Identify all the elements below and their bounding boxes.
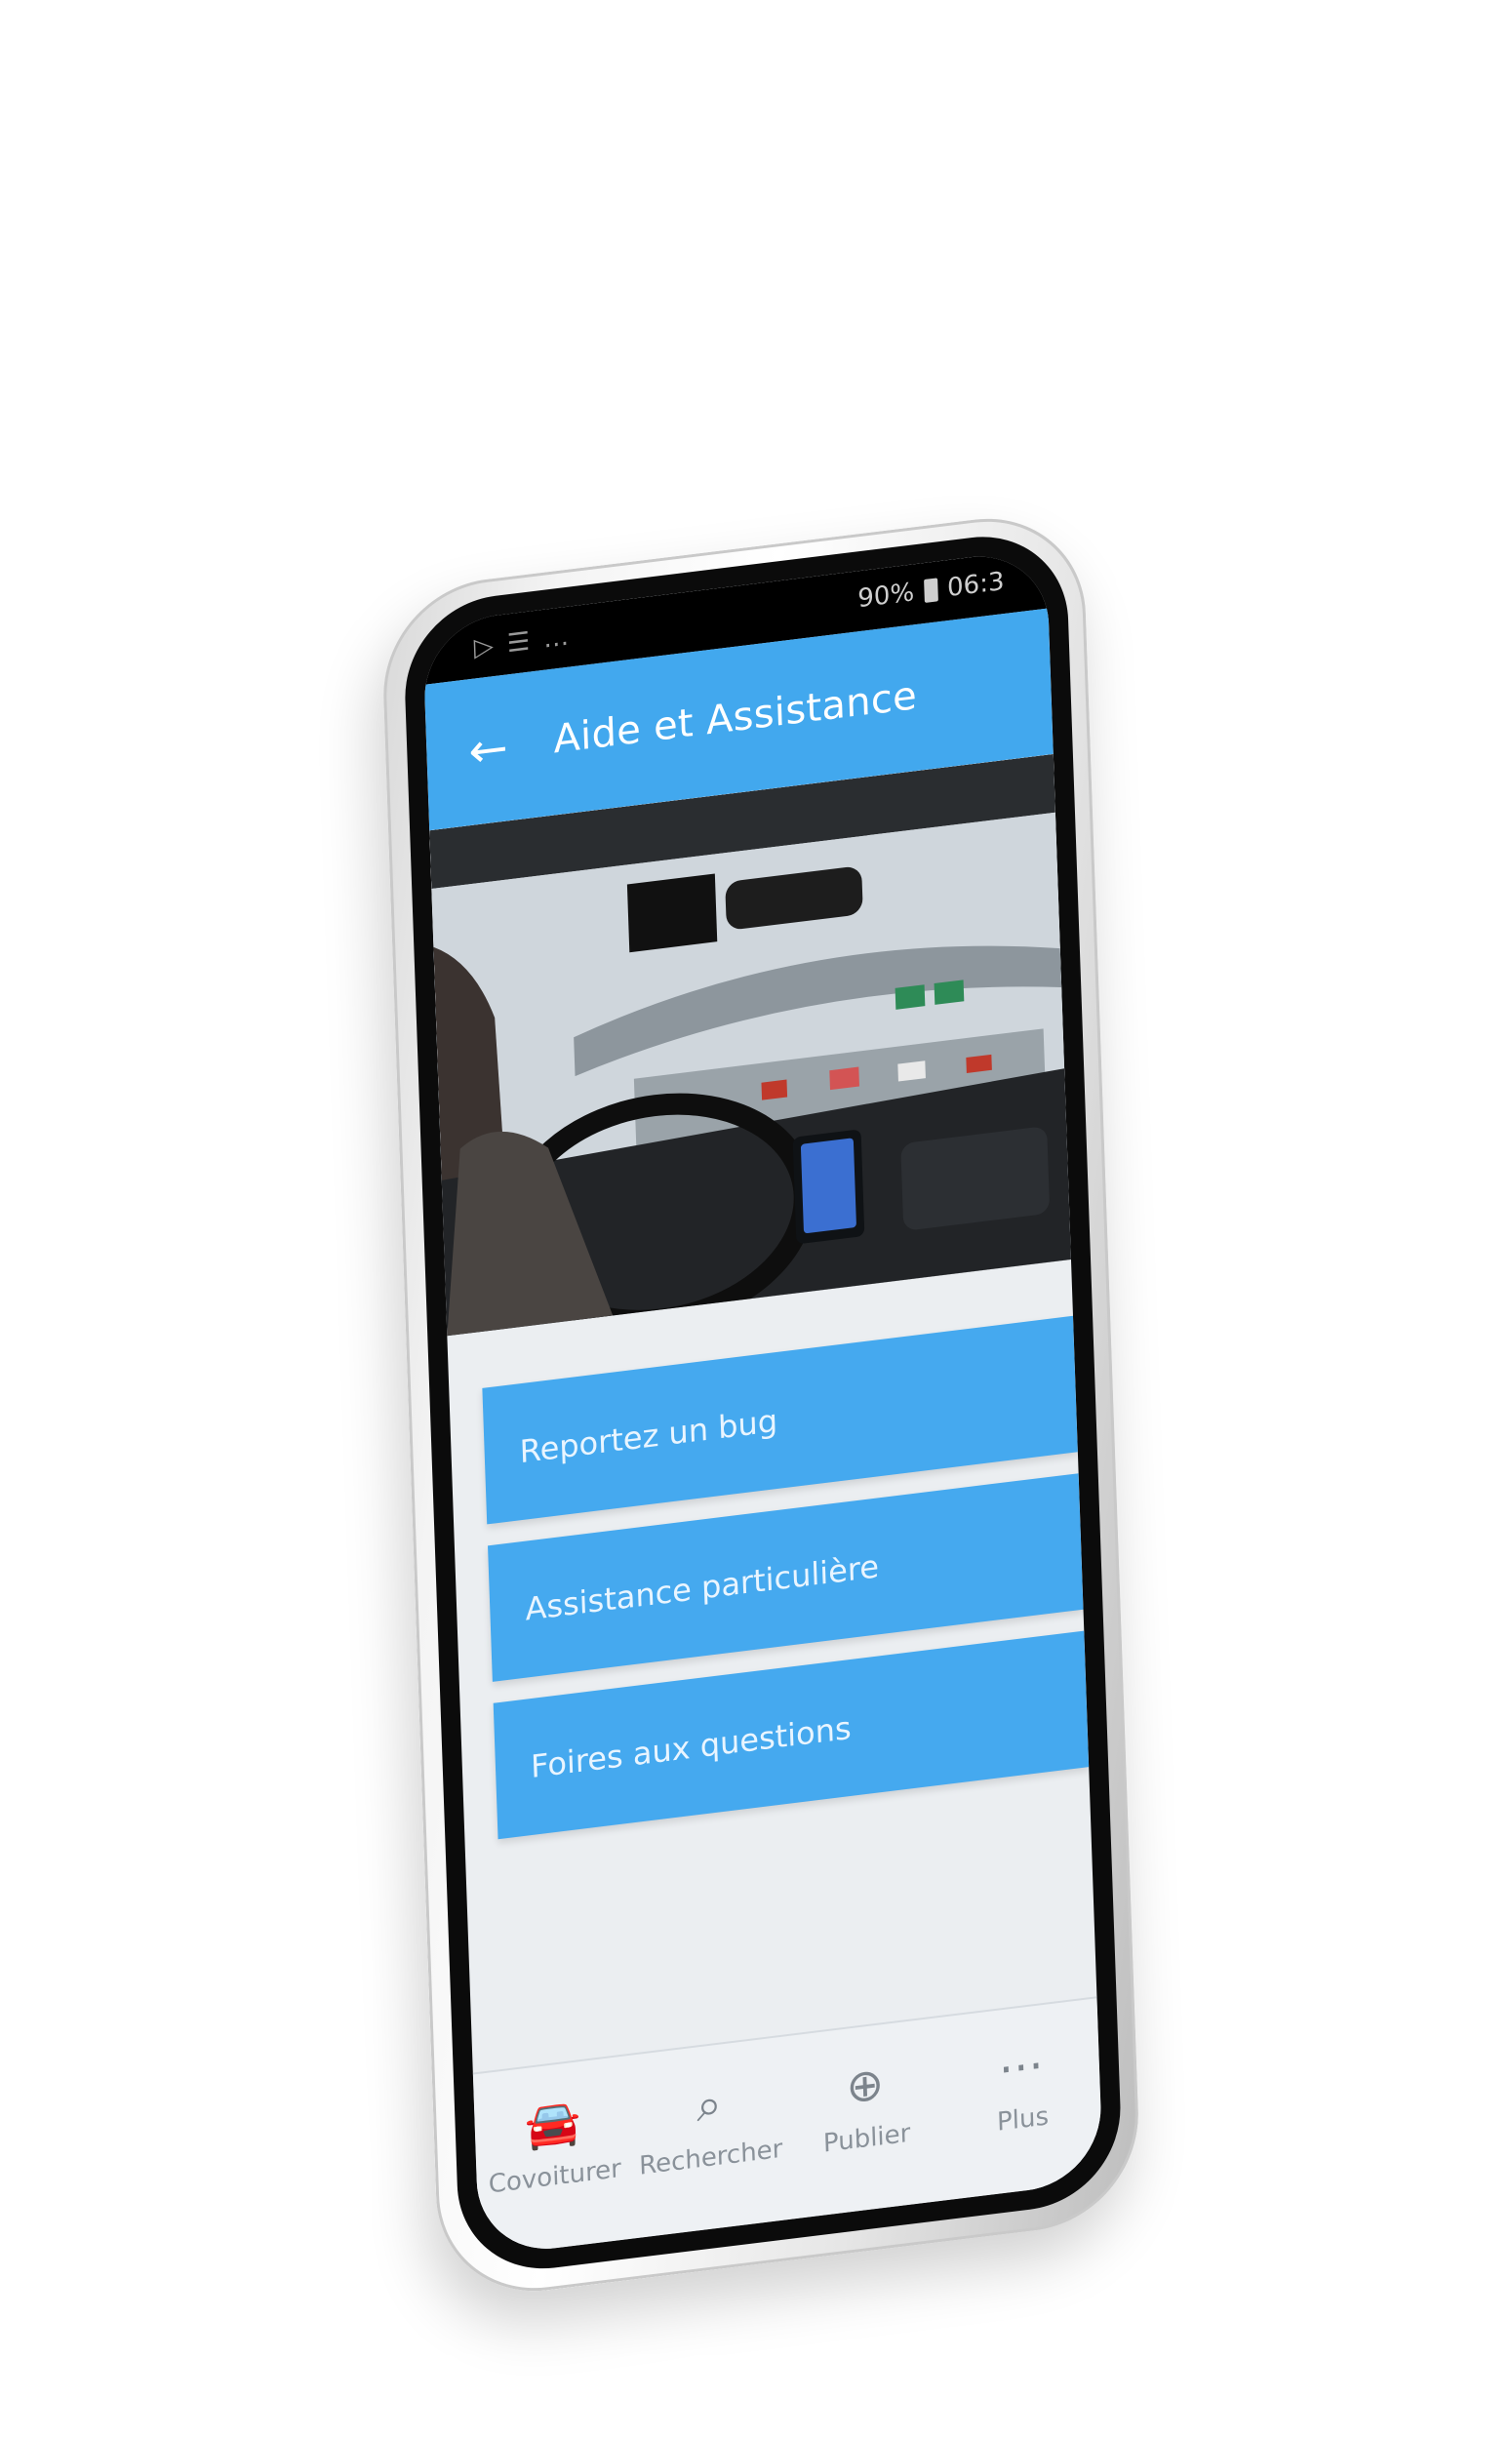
phone-screen: ▷ ☰ … 90% 06:3 ← Aide et Assistance Repo… xyxy=(421,547,1104,2258)
nav-item-publier[interactable]: ⊕ Publier xyxy=(796,2046,935,2162)
ellipsis-icon: … xyxy=(542,621,570,655)
phone-device: ▷ ☰ … 90% 06:3 ← Aide et Assistance Repo… xyxy=(379,506,1142,2303)
hero-image xyxy=(429,753,1071,1337)
nav-label: Publier xyxy=(822,2118,911,2159)
phone-bezel: ▷ ☰ … 90% 06:3 ← Aide et Assistance Repo… xyxy=(402,526,1124,2280)
play-store-icon: ▷ xyxy=(473,631,495,663)
battery-icon xyxy=(923,578,938,604)
bottom-nav: 🚘 Covoiturer ⌕ Rechercher ⊕ Publier ⋯ Pl… xyxy=(472,1996,1104,2258)
menu-item-label: Foires aux questions xyxy=(530,1708,853,1786)
car-dashboard-traffic-photo xyxy=(429,753,1071,1337)
stage: ▷ ☰ … 90% 06:3 ← Aide et Assistance Repo… xyxy=(0,0,1512,2439)
list-icon: ☰ xyxy=(506,626,531,660)
help-menu: Reportez un bug Assistance particulière … xyxy=(482,1315,1090,1860)
back-button[interactable]: ← xyxy=(453,712,523,788)
status-time: 06:3 xyxy=(946,567,1005,604)
nav-item-rechercher[interactable]: ⌕ Rechercher xyxy=(639,2064,783,2180)
nav-label: Rechercher xyxy=(638,2134,783,2181)
nav-item-covoiturer[interactable]: 🚘 Covoiturer xyxy=(484,2084,623,2200)
status-notifications: ▷ ☰ … xyxy=(473,622,569,663)
arrow-left-icon: ← xyxy=(467,720,509,780)
plus-circle-icon: ⊕ xyxy=(845,2057,885,2114)
status-indicators: 90% 06:3 xyxy=(857,567,1005,614)
more-icon: ⋯ xyxy=(997,2037,1045,2096)
search-icon: ⌕ xyxy=(696,2076,723,2133)
menu-item-label: Reportez un bug xyxy=(519,1402,778,1471)
nav-item-plus[interactable]: ⋯ Plus xyxy=(952,2026,1092,2142)
nav-label: Plus xyxy=(996,2101,1050,2138)
menu-item-label: Assistance particulière xyxy=(524,1547,880,1628)
battery-percent: 90% xyxy=(856,578,915,615)
page-title: Aide et Assistance xyxy=(552,673,918,763)
nav-label: Covoiturer xyxy=(488,2154,622,2200)
car-icon: 🚘 xyxy=(524,2094,582,2153)
